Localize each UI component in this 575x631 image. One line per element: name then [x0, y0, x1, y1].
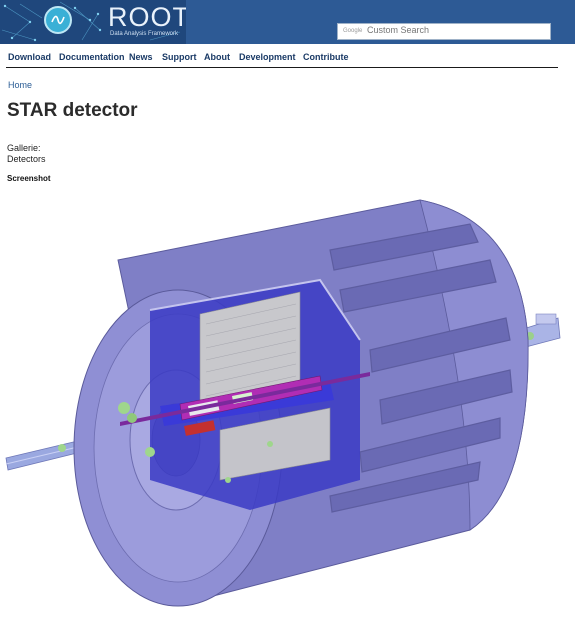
logo-subtitle: Data Analysis Framework [110, 31, 179, 37]
site-header: ROOT Data Analysis Framework Google Cust… [0, 0, 575, 44]
gallery-label: Gallerie: [7, 143, 41, 153]
nav-news[interactable]: News [129, 52, 153, 62]
star-detector-image [5, 199, 561, 607]
logo-title: ROOT [108, 2, 186, 32]
page-title: STAR detector [7, 100, 138, 121]
search-input[interactable]: Google Custom Search [337, 23, 551, 40]
nav-contribute[interactable]: Contribute [303, 52, 349, 62]
root-logo[interactable]: ROOT Data Analysis Framework [0, 0, 186, 44]
nav-documentation[interactable]: Documentation [59, 52, 125, 62]
google-label: Google [343, 28, 363, 34]
search-placeholder: Custom Search [367, 25, 430, 35]
gallery-value[interactable]: Detectors [7, 154, 46, 164]
nav-download[interactable]: Download [8, 52, 51, 62]
root-logo-icon [44, 6, 72, 34]
breadcrumb-home[interactable]: Home [8, 80, 32, 90]
nav-support[interactable]: Support [162, 52, 197, 62]
nav-about[interactable]: About [204, 52, 230, 62]
nav-divider [6, 67, 558, 68]
nav-development[interactable]: Development [239, 52, 296, 62]
screenshot-label: Screenshot [7, 174, 51, 183]
